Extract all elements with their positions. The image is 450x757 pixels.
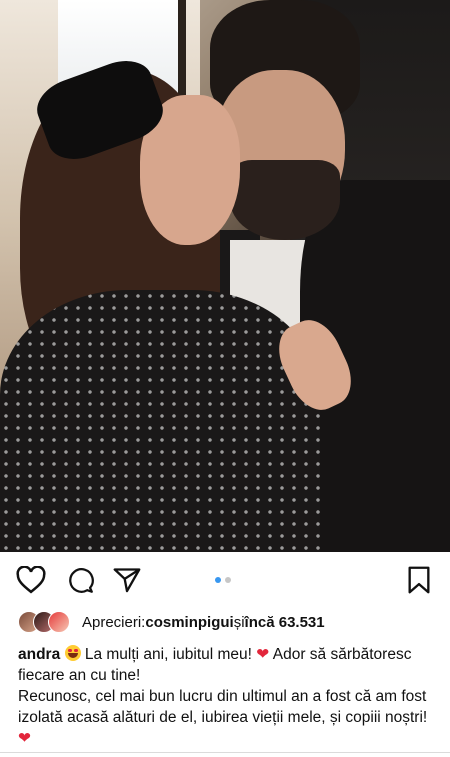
woman-studded-jacket [0,290,320,552]
divider [0,752,450,753]
red-heart-icon: ❤ [18,729,31,747]
caption-line2: Recunosc, cel mai bun lucru din ultimul … [18,688,428,726]
comment-icon[interactable] [67,567,94,594]
man-beard [230,160,340,240]
liker-avatars [18,611,76,633]
bookmark-icon[interactable] [407,566,431,594]
likes-row[interactable]: Aprecieri: cosminpigui și încă 63.531 [0,608,450,636]
likes-and: și [233,613,245,631]
red-heart-icon: ❤ [256,645,270,663]
post-image[interactable] [0,0,450,552]
post-caption: andra La mulți ani, iubitul meu! ❤ Ador … [0,636,450,749]
carousel-dot [225,577,231,583]
share-icon[interactable] [113,567,141,593]
caption-line1-a: La mulți ani, iubitul meu! [80,646,257,663]
carousel-indicator [215,577,231,583]
likes-others-count[interactable]: încă 63.531 [245,614,325,631]
caption-username[interactable]: andra [18,646,60,663]
caption-paragraph-2: Recunosc, cel mai bun lucru din ultimul … [18,686,432,749]
laughing-emoji-icon [64,645,81,661]
caption-paragraph-1: andra La mulți ani, iubitul meu! ❤ Ador … [18,644,432,686]
heart-icon[interactable] [16,566,46,594]
liker-username[interactable]: cosminpigui [145,614,233,631]
post-actions-bar [0,552,450,608]
carousel-dot-active [215,577,221,583]
likes-prefix: Aprecieri: [82,613,146,631]
avatar [48,611,70,633]
